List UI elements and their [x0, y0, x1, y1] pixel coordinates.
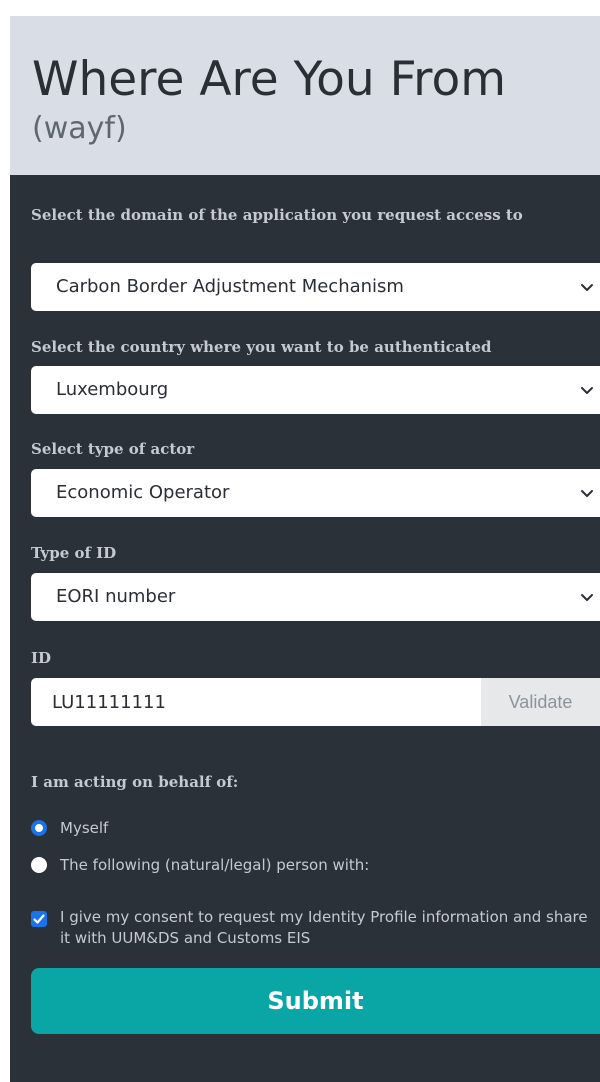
- validate-button[interactable]: Validate: [481, 678, 600, 726]
- radio-selected-icon[interactable]: [31, 820, 47, 836]
- country-label: Select the country where you want to be …: [31, 338, 492, 356]
- checkmark-icon: [33, 914, 45, 924]
- id-input[interactable]: [31, 678, 481, 726]
- id-type-label: Type of ID: [31, 544, 117, 562]
- domain-label: Select the domain of the application you…: [31, 206, 523, 224]
- id-label: ID: [31, 649, 52, 667]
- actor-select-value: Economic Operator: [56, 482, 230, 503]
- id-type-select[interactable]: EORI number: [31, 573, 600, 621]
- actor-label: Select type of actor: [31, 440, 195, 458]
- domain-select-value: Carbon Border Adjustment Mechanism: [56, 276, 404, 297]
- country-select-value: Luxembourg: [56, 379, 169, 400]
- page-title: Where Are You From: [32, 52, 507, 107]
- chevron-down-icon: [581, 387, 593, 394]
- radio-other-person-label: The following (natural/legal) person wit…: [60, 856, 370, 874]
- consent-label: I give my consent to request my Identity…: [60, 908, 588, 947]
- radio-other-person[interactable]: The following (natural/legal) person wit…: [31, 855, 591, 877]
- chevron-down-icon: [581, 490, 593, 497]
- consent-checkbox[interactable]: [31, 911, 47, 927]
- id-type-select-value: EORI number: [56, 586, 176, 607]
- domain-select[interactable]: Carbon Border Adjustment Mechanism: [31, 263, 600, 311]
- behalf-label: I am acting on behalf of:: [31, 773, 239, 791]
- radio-myself[interactable]: Myself: [31, 818, 591, 840]
- actor-select[interactable]: Economic Operator: [31, 469, 600, 517]
- chevron-down-icon: [581, 594, 593, 601]
- wayf-form: Select the domain of the application you…: [10, 175, 600, 1082]
- consent-checkbox-row[interactable]: I give my consent to request my Identity…: [31, 907, 596, 953]
- id-input-group: Validate: [31, 678, 600, 726]
- radio-unselected-icon[interactable]: [31, 857, 47, 873]
- page-subtitle: (wayf): [32, 111, 127, 146]
- page-header: Where Are You From (wayf): [10, 16, 600, 175]
- country-select[interactable]: Luxembourg: [31, 366, 600, 414]
- chevron-down-icon: [581, 284, 593, 291]
- radio-myself-label: Myself: [60, 819, 109, 837]
- submit-button[interactable]: Submit: [31, 968, 600, 1034]
